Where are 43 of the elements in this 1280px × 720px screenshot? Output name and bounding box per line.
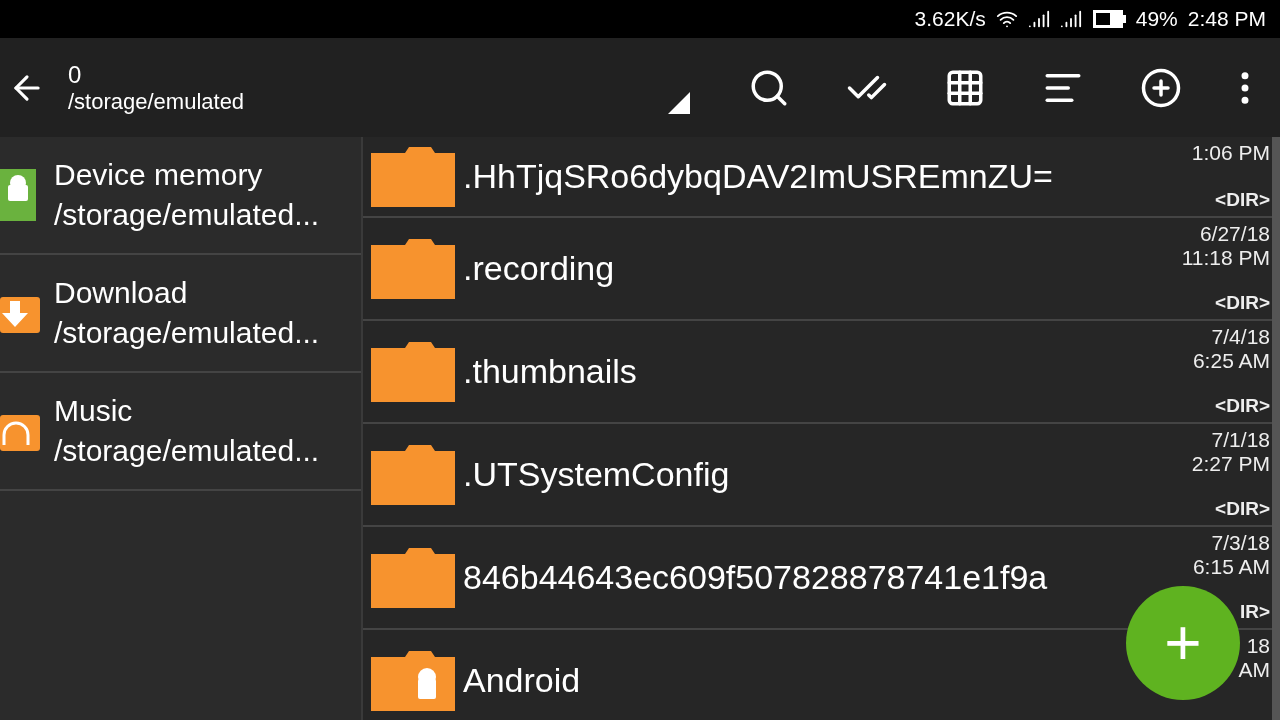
location-path: /storage/emulated...	[54, 315, 320, 351]
file-date: 6/27/18	[1199, 222, 1270, 246]
signal-icon	[1027, 8, 1050, 30]
file-name[interactable]: 846b44643ec609f507828878741e1f9a	[463, 558, 1048, 597]
file-time: 6:15 AM	[1192, 555, 1270, 579]
add-icon[interactable]	[1140, 66, 1182, 109]
file-time: AM	[1238, 658, 1270, 682]
folder-icon	[371, 547, 455, 608]
file-type: <DIR>	[1215, 497, 1270, 521]
file-type: IR>	[1239, 600, 1270, 624]
location-name[interactable]: Download	[54, 273, 320, 313]
file-date: 7/1/18	[1211, 428, 1270, 452]
file-type: <DIR>	[1215, 291, 1270, 315]
file-date: 7/3/18	[1211, 531, 1270, 555]
file-name[interactable]: Android	[463, 661, 581, 700]
file-type: <DIR>	[1215, 394, 1270, 418]
location-name[interactable]: Device memory	[54, 155, 320, 195]
file-name[interactable]: .recording	[463, 249, 615, 288]
folder-title: 0	[68, 60, 83, 89]
location-path: /storage/emulated...	[54, 197, 320, 233]
folder-path: /storage/emulated	[68, 88, 246, 115]
network-speed: 3.62K/s	[914, 7, 986, 31]
file-date: 7/4/18	[1211, 325, 1270, 349]
location-name[interactable]: Music	[54, 391, 320, 431]
folder-icon	[371, 444, 455, 505]
battery-level: 49%	[1135, 7, 1178, 31]
folder-icon	[371, 238, 455, 299]
location-path: /storage/emulated...	[54, 433, 320, 469]
folder-icon	[371, 146, 455, 207]
folder-icon	[371, 341, 455, 402]
clock: 2:48 PM	[1187, 7, 1266, 31]
file-name[interactable]: .thumbnails	[463, 352, 637, 391]
file-date: 18	[1246, 634, 1270, 658]
file-name[interactable]: .HhTjqSRo6dybqDAV2ImUSREmnZU=	[463, 157, 1053, 196]
file-time: 6:25 AM	[1192, 349, 1270, 373]
file-name[interactable]: .UTSystemConfig	[463, 455, 730, 494]
signal-icon	[1059, 8, 1082, 30]
file-time: 1:06 PM	[1191, 141, 1270, 165]
dropdown-triangle-icon[interactable]	[668, 91, 690, 114]
file-time: 2:27 PM	[1191, 452, 1270, 476]
file-time: 11:18 PM	[1181, 246, 1270, 270]
file-type: <DIR>	[1215, 188, 1270, 212]
battery-icon	[1091, 9, 1126, 29]
